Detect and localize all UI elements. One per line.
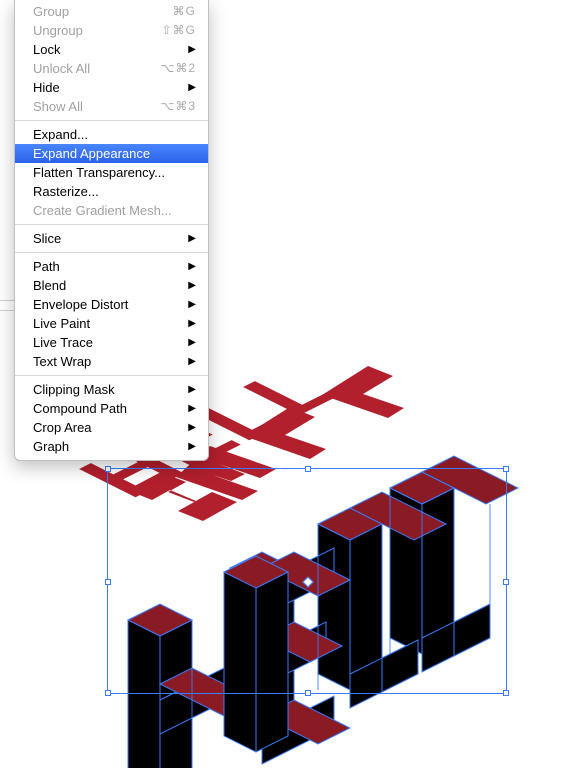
menu-item-label: Expand...: [33, 126, 88, 143]
chevron-right-icon: ▶: [188, 400, 196, 417]
menu-item-hide[interactable]: Hide ▶: [15, 78, 208, 97]
chevron-right-icon: ▶: [188, 230, 196, 247]
menu-item-shortcut: ⌘G: [173, 3, 196, 20]
chevron-right-icon: ▶: [188, 258, 196, 275]
menu-item-group: Group ⌘G: [15, 2, 208, 21]
menu-item-label: Path: [33, 258, 60, 275]
menu-item-shortcut: ⌥⌘2: [160, 60, 196, 77]
menu-item-shortcut: ⌥⌘3: [160, 98, 196, 115]
menu-item-path[interactable]: Path ▶: [15, 257, 208, 276]
chevron-right-icon: ▶: [188, 334, 196, 351]
menu-item-slice[interactable]: Slice ▶: [15, 229, 208, 248]
menu-item-text-wrap[interactable]: Text Wrap ▶: [15, 352, 208, 371]
menu-item-label: Slice: [33, 230, 61, 247]
selection-handle-s[interactable]: [305, 690, 311, 696]
chevron-right-icon: ▶: [188, 41, 196, 58]
chevron-right-icon: ▶: [188, 419, 196, 436]
menu-item-label: Live Paint: [33, 315, 90, 332]
chevron-right-icon: ▶: [188, 438, 196, 455]
menu-item-flatten-transparency[interactable]: Flatten Transparency...: [15, 163, 208, 182]
menu-item-crop-area[interactable]: Crop Area ▶: [15, 418, 208, 437]
menu-item-label: Clipping Mask: [33, 381, 115, 398]
menu-item-envelope-distort[interactable]: Envelope Distort ▶: [15, 295, 208, 314]
menu-item-create-gradient-mesh: Create Gradient Mesh...: [15, 201, 208, 220]
menu-item-label: Lock: [33, 41, 60, 58]
menu-item-label: Group: [33, 3, 69, 20]
chevron-right-icon: ▶: [188, 296, 196, 313]
selection-handle-e[interactable]: [503, 579, 509, 585]
menu-item-unlock-all: Unlock All ⌥⌘2: [15, 59, 208, 78]
menu-item-label: Text Wrap: [33, 353, 91, 370]
menu-item-label: Unlock All: [33, 60, 90, 77]
chevron-right-icon: ▶: [188, 315, 196, 332]
menu-item-label: Flatten Transparency...: [33, 164, 165, 181]
menu-item-lock[interactable]: Lock ▶: [15, 40, 208, 59]
selection-center[interactable]: [302, 576, 313, 587]
menu-item-label: Crop Area: [33, 419, 92, 436]
menu-item-live-trace[interactable]: Live Trace ▶: [15, 333, 208, 352]
menu-item-compound-path[interactable]: Compound Path ▶: [15, 399, 208, 418]
chevron-right-icon: ▶: [188, 381, 196, 398]
menu-item-label: Hide: [33, 79, 60, 96]
selection-handle-ne[interactable]: [503, 466, 509, 472]
menu-item-label: Compound Path: [33, 400, 127, 417]
menu-item-graph[interactable]: Graph ▶: [15, 437, 208, 456]
menu-item-ungroup: Ungroup ⇧⌘G: [15, 21, 208, 40]
menu-item-show-all: Show All ⌥⌘3: [15, 97, 208, 116]
menu-item-rasterize[interactable]: Rasterize...: [15, 182, 208, 201]
menu-item-label: Ungroup: [33, 22, 83, 39]
menu-item-label: Rasterize...: [33, 183, 99, 200]
menu-separator: [15, 120, 208, 121]
selection-handle-w[interactable]: [105, 579, 111, 585]
menu-separator: [15, 224, 208, 225]
chevron-right-icon: ▶: [188, 277, 196, 294]
chevron-right-icon: ▶: [188, 353, 196, 370]
menu-separator: [15, 252, 208, 253]
object-menu[interactable]: Group ⌘G Ungroup ⇧⌘G Lock ▶ Unlock All ⌥⌘2 Hide ▶…: [14, 0, 209, 461]
menu-item-expand[interactable]: Expand...: [15, 125, 208, 144]
menu-item-label: Graph: [33, 438, 69, 455]
selection-bounding-box[interactable]: [107, 468, 507, 694]
chevron-right-icon: ▶: [188, 79, 196, 96]
menu-item-label: Envelope Distort: [33, 296, 128, 313]
menu-item-label: Show All: [33, 98, 83, 115]
selection-handle-n[interactable]: [305, 466, 311, 472]
menu-item-expand-appearance[interactable]: Expand Appearance: [15, 144, 208, 163]
selection-handle-sw[interactable]: [105, 690, 111, 696]
menu-item-label: Live Trace: [33, 334, 93, 351]
menu-item-live-paint[interactable]: Live Paint ▶: [15, 314, 208, 333]
menu-item-clipping-mask[interactable]: Clipping Mask ▶: [15, 380, 208, 399]
selection-handle-se[interactable]: [503, 690, 509, 696]
menu-item-blend[interactable]: Blend ▶: [15, 276, 208, 295]
menu-item-label: Create Gradient Mesh...: [33, 202, 172, 219]
menu-item-label: Blend: [33, 277, 66, 294]
menu-item-shortcut: ⇧⌘G: [162, 22, 196, 39]
selection-handle-nw[interactable]: [105, 466, 111, 472]
menu-item-label: Expand Appearance: [33, 145, 150, 162]
menu-separator: [15, 375, 208, 376]
